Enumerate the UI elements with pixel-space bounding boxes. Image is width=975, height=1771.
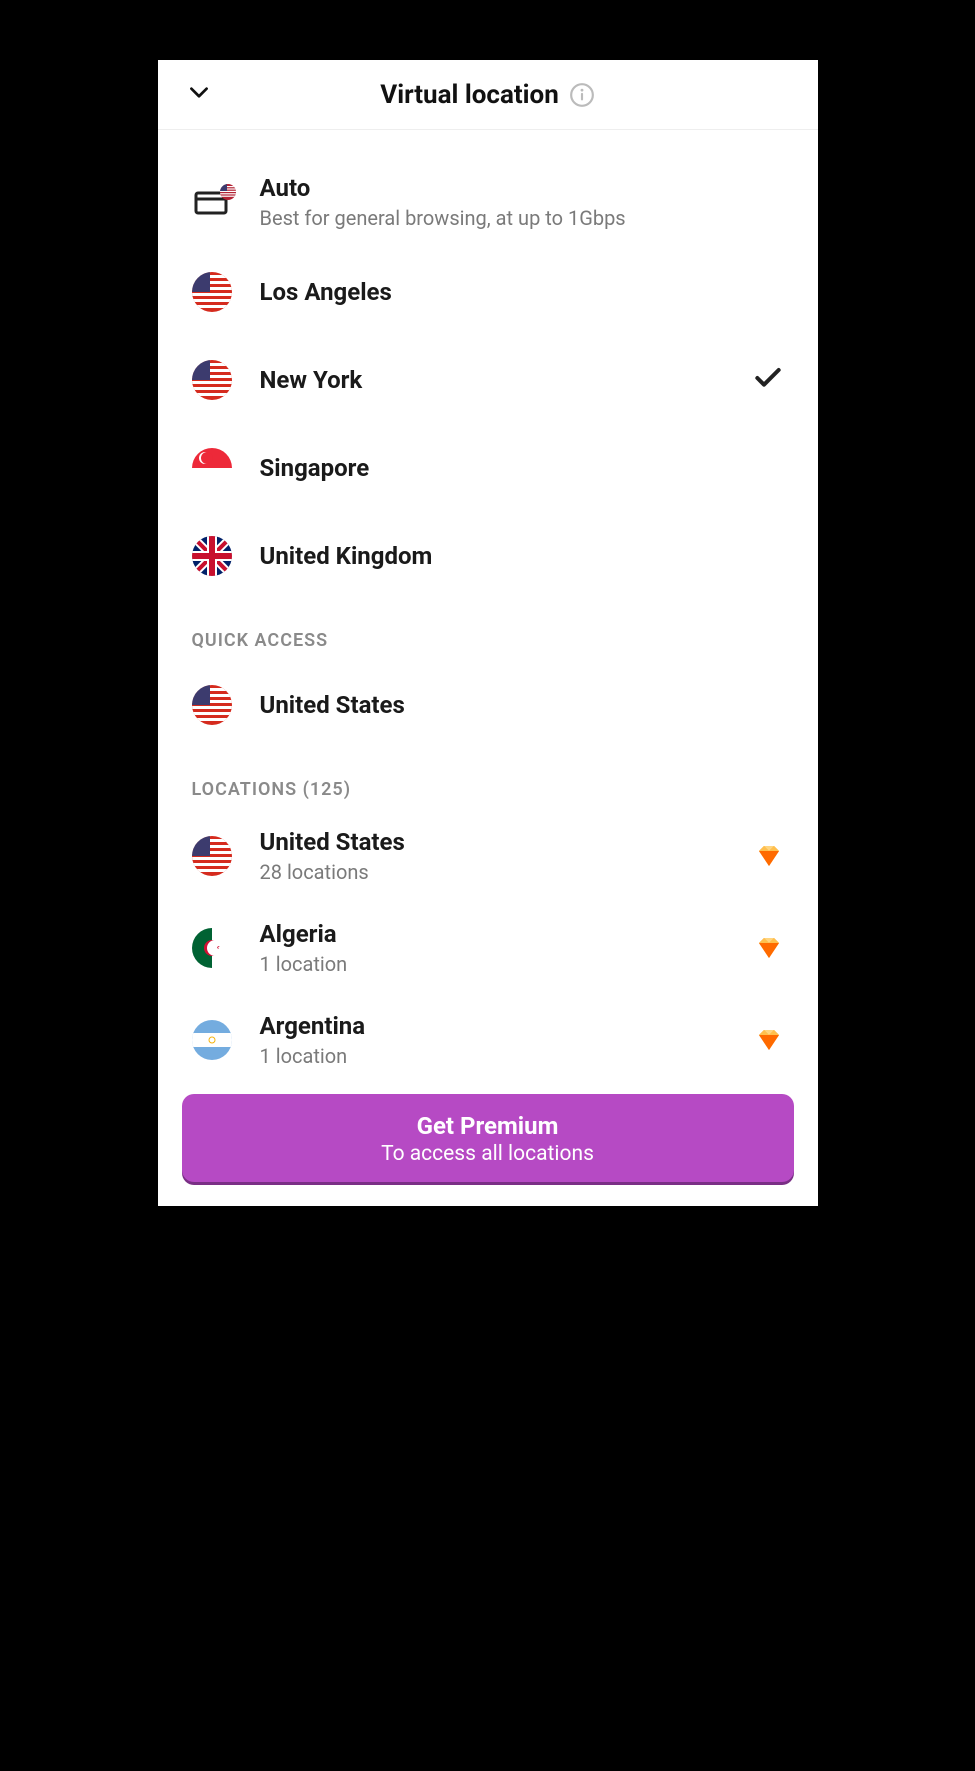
location-title: Auto bbox=[260, 174, 744, 202]
location-subtitle: 1 location bbox=[260, 952, 744, 976]
virtual-location-panel: Virtual location Auto Best for general b… bbox=[158, 60, 818, 1206]
location-item[interactable]: New York bbox=[158, 336, 818, 424]
section-locations: Locations (125) bbox=[158, 749, 818, 810]
location-item[interactable]: Singapore bbox=[158, 424, 818, 512]
location-title: United Kingdom bbox=[260, 542, 744, 570]
location-auto[interactable]: Auto Best for general browsing, at up to… bbox=[158, 156, 818, 248]
check-icon bbox=[752, 362, 784, 398]
location-subtitle: Best for general browsing, at up to 1Gbp… bbox=[260, 206, 744, 230]
row-indicator bbox=[744, 841, 784, 871]
header: Virtual location bbox=[158, 60, 818, 130]
premium-title: Get Premium bbox=[192, 1112, 784, 1140]
location-item[interactable]: Argentina 1 location bbox=[158, 994, 818, 1086]
location-list: Auto Best for general browsing, at up to… bbox=[158, 130, 818, 1206]
flag-us-icon bbox=[192, 685, 232, 725]
location-item[interactable]: Algeria 1 location bbox=[158, 902, 818, 994]
info-icon[interactable] bbox=[569, 82, 595, 108]
flag-us-icon bbox=[192, 272, 232, 312]
flag-us-icon bbox=[192, 836, 232, 876]
location-title: Los Angeles bbox=[260, 278, 744, 306]
location-item[interactable]: United States 28 locations bbox=[158, 810, 818, 902]
flag-uk-icon bbox=[192, 536, 232, 576]
location-subtitle: 28 locations bbox=[260, 860, 744, 884]
page-title: Virtual location bbox=[380, 80, 559, 110]
section-quick-access: Quick Access bbox=[158, 600, 818, 661]
location-item[interactable]: United States bbox=[158, 661, 818, 749]
flag-ar-icon bbox=[192, 1020, 232, 1060]
flag-sg-icon bbox=[192, 448, 232, 488]
flag-dz-icon bbox=[192, 928, 232, 968]
location-title: Singapore bbox=[260, 454, 744, 482]
location-title: United States bbox=[260, 828, 744, 856]
premium-diamond-icon bbox=[754, 841, 784, 871]
flag-us-icon bbox=[192, 360, 232, 400]
collapse-chevron-icon[interactable] bbox=[186, 80, 212, 110]
row-indicator bbox=[744, 933, 784, 963]
get-premium-button[interactable]: Get Premium To access all locations bbox=[182, 1094, 794, 1182]
row-indicator bbox=[744, 1025, 784, 1055]
location-title: Algeria bbox=[260, 920, 744, 948]
premium-diamond-icon bbox=[754, 1025, 784, 1055]
row-indicator bbox=[744, 362, 784, 398]
location-item[interactable]: United Kingdom bbox=[158, 512, 818, 600]
location-title: New York bbox=[260, 366, 744, 394]
location-title: Argentina bbox=[260, 1012, 744, 1040]
location-subtitle: 1 location bbox=[260, 1044, 744, 1068]
location-item[interactable]: Los Angeles bbox=[158, 248, 818, 336]
browser-icon bbox=[192, 182, 232, 222]
premium-subtitle: To access all locations bbox=[192, 1142, 784, 1166]
location-title: United States bbox=[260, 691, 744, 719]
premium-diamond-icon bbox=[754, 933, 784, 963]
